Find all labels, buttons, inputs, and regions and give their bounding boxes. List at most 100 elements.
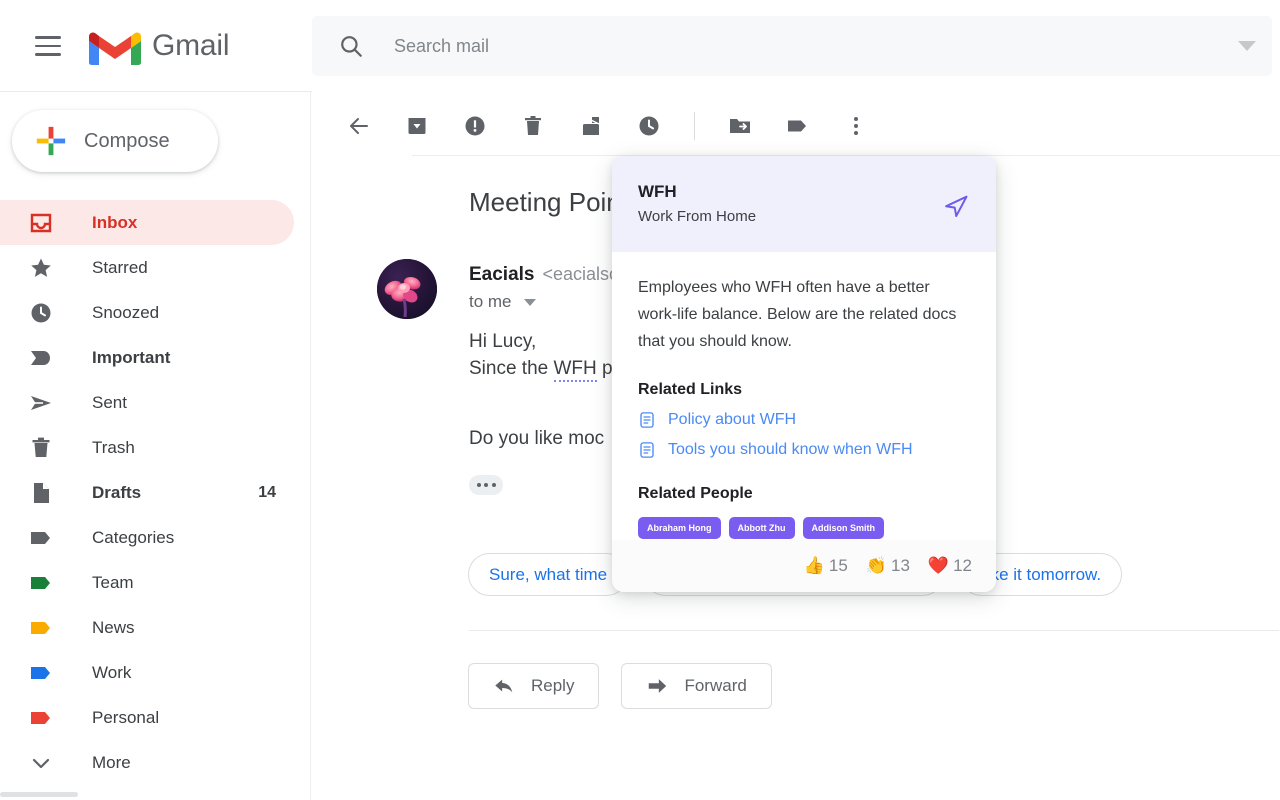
label-icon bbox=[28, 570, 54, 596]
label-icon bbox=[28, 660, 54, 686]
thumbs-up-reaction[interactable]: 👍 15 bbox=[804, 556, 848, 576]
archive-icon bbox=[408, 118, 426, 134]
sidebar-item-label: Drafts bbox=[92, 482, 142, 502]
draft-icon bbox=[28, 480, 54, 506]
search-bar[interactable] bbox=[312, 16, 1272, 76]
popup-subtitle: Work From Home bbox=[638, 208, 757, 225]
reaction-count: 12 bbox=[953, 556, 972, 575]
mail-body-line-1: Hi Lucy, bbox=[469, 331, 537, 352]
sender-name: Eacials bbox=[469, 264, 535, 285]
plus-icon bbox=[36, 126, 66, 156]
search-input[interactable] bbox=[392, 16, 1238, 76]
related-people-chips: Abraham Hong Abbott Zhu Addison Smith bbox=[638, 517, 970, 539]
sidebar-item-label: News bbox=[92, 617, 135, 637]
reply-label: Reply bbox=[531, 676, 575, 695]
wfh-info-popup: WFH Work From Home Employees who WFH oft… bbox=[612, 156, 996, 592]
avatar bbox=[377, 259, 437, 319]
sidebar-item-trash[interactable]: Trash bbox=[0, 425, 294, 470]
sidebar: Compose Inbox Starred Snoozed Important … bbox=[0, 92, 311, 800]
person-chip[interactable]: Addison Smith bbox=[802, 517, 884, 539]
sidebar-item-label: Work bbox=[92, 662, 132, 682]
sidebar-item-inbox[interactable]: Inbox bbox=[0, 200, 294, 245]
main-menu-icon[interactable] bbox=[24, 22, 72, 70]
trash-icon bbox=[28, 435, 54, 461]
sidebar-item-label: Team bbox=[92, 572, 134, 592]
back-icon bbox=[350, 118, 368, 134]
related-links-heading: Related Links bbox=[638, 381, 743, 398]
compose-label: Compose bbox=[84, 129, 170, 152]
delete-button[interactable] bbox=[510, 103, 556, 149]
related-link-item[interactable]: Tools you should know when WFH bbox=[638, 441, 970, 459]
report-spam-icon bbox=[465, 116, 485, 136]
sidebar-item-label: More bbox=[92, 752, 131, 772]
clock-icon bbox=[28, 300, 54, 326]
reply-button[interactable]: Reply bbox=[468, 663, 600, 709]
forward-button[interactable]: Forward bbox=[621, 663, 772, 709]
snooze-button[interactable] bbox=[626, 103, 672, 149]
person-chip[interactable]: Abraham Hong bbox=[638, 517, 721, 539]
wfh-smart-chip[interactable]: WFH bbox=[553, 358, 597, 382]
document-icon bbox=[640, 412, 654, 428]
chevron-down-icon[interactable] bbox=[523, 298, 536, 306]
mail-toolbar bbox=[312, 96, 1280, 156]
sidebar-item-starred[interactable]: Starred bbox=[0, 245, 294, 290]
sidebar-item-personal[interactable]: Personal bbox=[0, 695, 294, 740]
body-suffix: p bbox=[596, 358, 613, 379]
snooze-icon bbox=[639, 116, 659, 136]
move-to-button[interactable] bbox=[717, 103, 763, 149]
sidebar-item-label: Snoozed bbox=[92, 302, 160, 322]
document-icon bbox=[640, 442, 654, 458]
back-button[interactable] bbox=[336, 103, 382, 149]
chevron-down-icon bbox=[28, 750, 54, 776]
sidebar-item-categories[interactable]: Categories bbox=[0, 515, 294, 560]
sidebar-item-label: Inbox bbox=[92, 212, 138, 232]
forward-icon bbox=[649, 679, 667, 693]
sender-email: <eacialso bbox=[542, 264, 620, 284]
send-plane-icon[interactable] bbox=[942, 192, 970, 220]
mail-body-line-2: Since the WFH p bbox=[469, 358, 613, 382]
compose-button[interactable]: Compose bbox=[12, 110, 218, 172]
sidebar-item-team[interactable]: Team bbox=[0, 560, 294, 605]
popup-description: Employees who WFH often have a better wo… bbox=[638, 279, 957, 350]
more-options-icon bbox=[854, 117, 858, 135]
sidebar-item-drafts[interactable]: Drafts 14 bbox=[0, 470, 294, 515]
more-options-button[interactable] bbox=[833, 103, 879, 149]
search-options-icon[interactable] bbox=[1238, 41, 1256, 51]
popup-header: WFH Work From Home bbox=[612, 156, 996, 252]
sidebar-item-sent[interactable]: Sent bbox=[0, 380, 294, 425]
sidebar-item-important[interactable]: Important bbox=[0, 335, 294, 380]
brand: Gmail bbox=[88, 25, 230, 67]
heart-icon: ❤️ bbox=[927, 556, 950, 575]
sidebar-item-snoozed[interactable]: Snoozed bbox=[0, 290, 294, 335]
label-icon bbox=[28, 615, 54, 641]
mail-body-line-3: Do you like moc bbox=[469, 428, 605, 449]
sidebar-item-label: Categories bbox=[92, 527, 175, 547]
archive-button[interactable] bbox=[394, 103, 440, 149]
clap-icon: 👏 bbox=[865, 556, 887, 575]
heart-reaction[interactable]: ❤️ 12 bbox=[928, 556, 972, 576]
sidebar-item-count: 14 bbox=[258, 483, 276, 501]
label-button[interactable] bbox=[775, 103, 821, 149]
mark-unread-button[interactable] bbox=[568, 103, 614, 149]
report-spam-button[interactable] bbox=[452, 103, 498, 149]
related-people-heading: Related People bbox=[638, 485, 753, 502]
sidebar-item-more[interactable]: More bbox=[0, 740, 294, 785]
brand-name: Gmail bbox=[152, 29, 230, 62]
sidebar-scrollbar[interactable] bbox=[0, 792, 78, 797]
star-icon bbox=[28, 255, 54, 281]
reaction-count: 13 bbox=[890, 556, 910, 575]
mail-actions: Reply Forward bbox=[468, 663, 772, 709]
reaction-count: 15 bbox=[828, 556, 848, 575]
sidebar-item-work[interactable]: Work bbox=[0, 650, 294, 695]
thumbs-up-icon: 👍 bbox=[803, 556, 825, 575]
related-link-item[interactable]: Policy about WFH bbox=[638, 411, 970, 429]
important-icon bbox=[28, 345, 54, 371]
sidebar-item-news[interactable]: News bbox=[0, 605, 294, 650]
clap-reaction[interactable]: 👏 13 bbox=[866, 556, 910, 576]
recipient-row[interactable]: to me bbox=[469, 292, 536, 312]
sidebar-item-label: Sent bbox=[92, 392, 127, 412]
expand-quoted-text-button[interactable] bbox=[469, 475, 503, 495]
smart-reply-chip[interactable]: Sure, what time bbox=[468, 553, 629, 596]
label-icon bbox=[28, 525, 54, 551]
person-chip[interactable]: Abbott Zhu bbox=[728, 517, 795, 539]
